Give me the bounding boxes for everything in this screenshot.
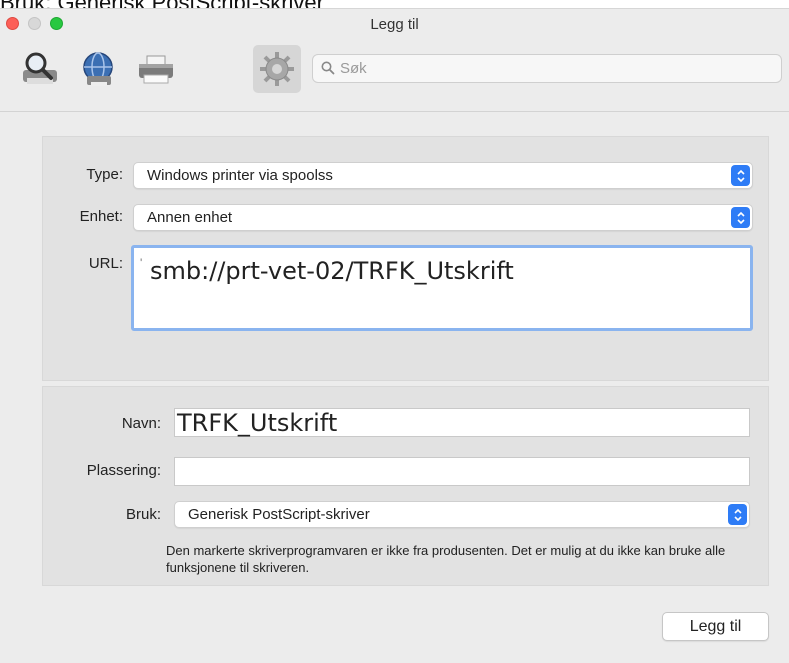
type-label: Type: — [86, 166, 123, 183]
advanced-button[interactable] — [253, 45, 301, 93]
updown-chevron-icon — [733, 508, 742, 521]
updown-chevron-icon — [736, 211, 745, 224]
url-label: URL: — [88, 255, 123, 272]
printer-details-panel: Navn: TRFK_Utskrift Plassering: Bruk: Ge… — [42, 386, 769, 586]
printer-icon — [139, 55, 173, 84]
search-placeholder: Søk — [340, 60, 367, 77]
name-field[interactable]: TRFK_Utskrift — [174, 408, 750, 437]
device-popup[interactable]: Annen enhet — [133, 204, 753, 231]
toolbar: Søk — [0, 39, 789, 111]
device-stepper — [731, 207, 750, 228]
gear-icon — [260, 52, 294, 86]
default-printers-button[interactable] — [16, 45, 64, 93]
magnifier-printer-icon — [23, 52, 57, 84]
window-title: Legg til — [370, 16, 419, 33]
url-value: smb://prt-vet-02/TRFK_Utskrift — [150, 257, 514, 285]
globe-icon — [83, 52, 113, 86]
type-value: Windows printer via spoolss — [147, 167, 333, 184]
device-label: Enhet: — [79, 208, 123, 225]
name-label: Navn: — [121, 415, 161, 432]
windows-printer-button[interactable] — [132, 45, 180, 93]
use-label: Bruk: — [125, 506, 161, 523]
updown-chevron-icon — [736, 169, 745, 182]
url-field[interactable]: ' smb://prt-vet-02/TRFK_Utskrift — [131, 245, 753, 331]
add-button[interactable]: Legg til — [662, 612, 769, 641]
title-bar: Legg til — [0, 9, 789, 39]
location-label: Plassering: — [86, 462, 161, 479]
name-value: TRFK_Utskrift — [177, 409, 338, 437]
use-stepper — [728, 504, 747, 525]
ip-printer-button[interactable] — [74, 45, 122, 93]
url-cursor-marker: ' — [140, 256, 143, 270]
type-popup[interactable]: Windows printer via spoolss — [133, 162, 753, 189]
toolbar-divider — [0, 111, 789, 112]
use-popup[interactable]: Generisk PostScript-skriver — [174, 501, 750, 528]
search-icon — [321, 61, 335, 75]
connection-panel: Type: Windows printer via spoolss Enhet:… — [42, 136, 769, 381]
driver-warning-text: Den markerte skriverprogramvaren er ikke… — [166, 543, 726, 575]
location-field[interactable] — [174, 457, 750, 486]
type-stepper — [731, 165, 750, 186]
search-field[interactable]: Søk — [312, 54, 782, 83]
use-value: Generisk PostScript-skriver — [188, 506, 370, 523]
device-value: Annen enhet — [147, 209, 233, 226]
